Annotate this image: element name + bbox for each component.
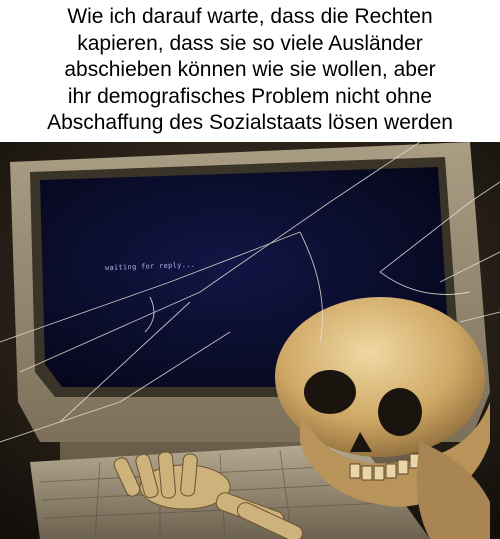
- meme: Wie ich darauf warte, dass die Rechten k…: [0, 0, 500, 539]
- caption-line: Wie ich darauf warte, dass die Rechten: [67, 5, 433, 28]
- skeleton-computer-photo: waiting for reply...: [0, 142, 500, 539]
- skeleton-scene: waiting for reply...: [0, 142, 500, 539]
- meme-caption: Wie ich darauf warte, dass die Rechten k…: [0, 0, 500, 142]
- caption-line: ihr demografisches Problem nicht ohne: [67, 84, 433, 108]
- caption-line: kapieren, dass sie so viele Ausländer: [77, 31, 423, 55]
- caption-line: abschieben können wie sie wollen, aber: [64, 58, 436, 81]
- caption-line: Abschaffung des Sozialstaats lösen werde…: [47, 111, 453, 134]
